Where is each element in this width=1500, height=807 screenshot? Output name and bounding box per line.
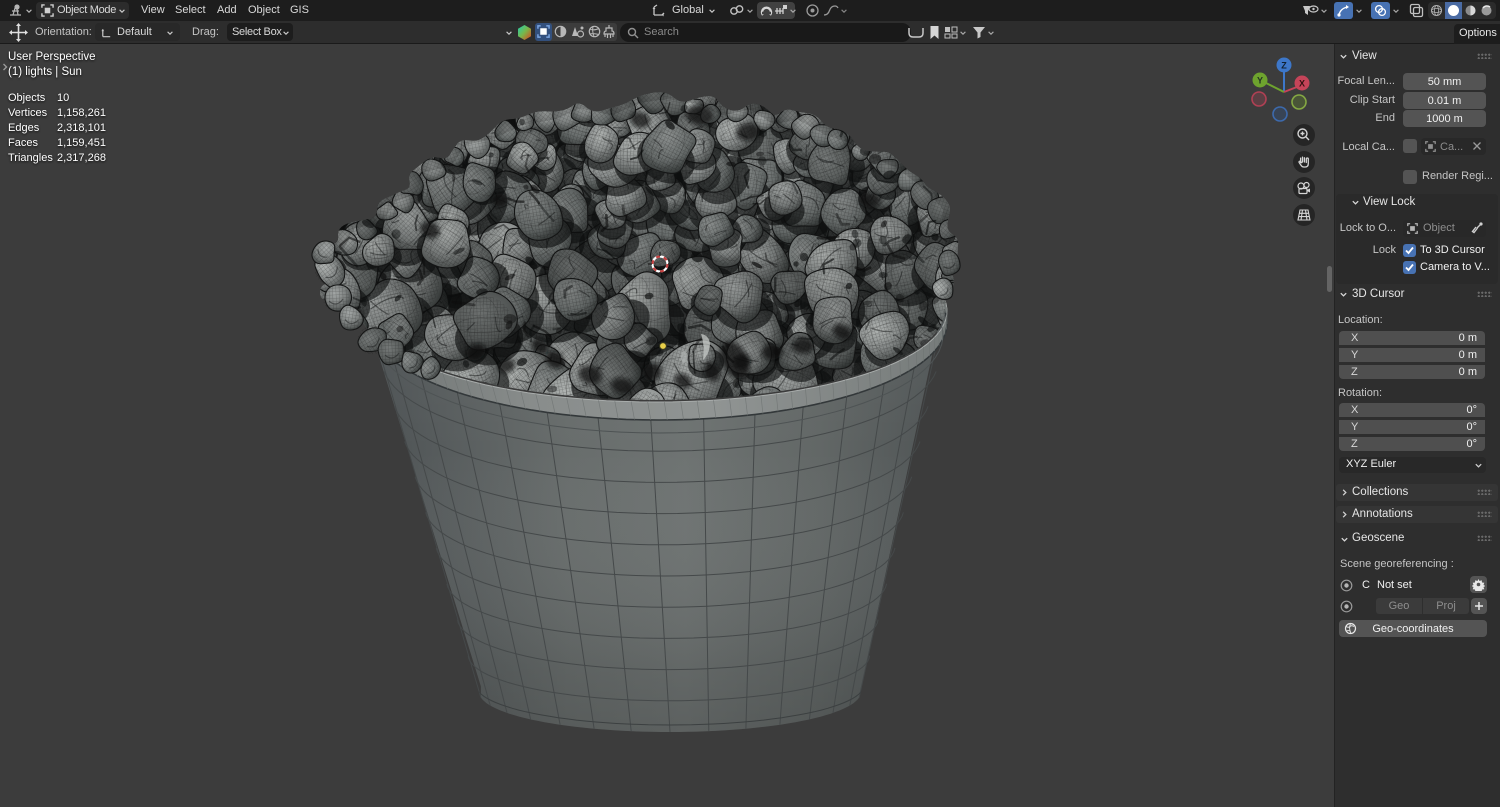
svg-text:Z: Z [1281, 61, 1287, 71]
svg-text:Y: Y [1257, 76, 1263, 86]
svg-text:X: X [1299, 79, 1305, 89]
